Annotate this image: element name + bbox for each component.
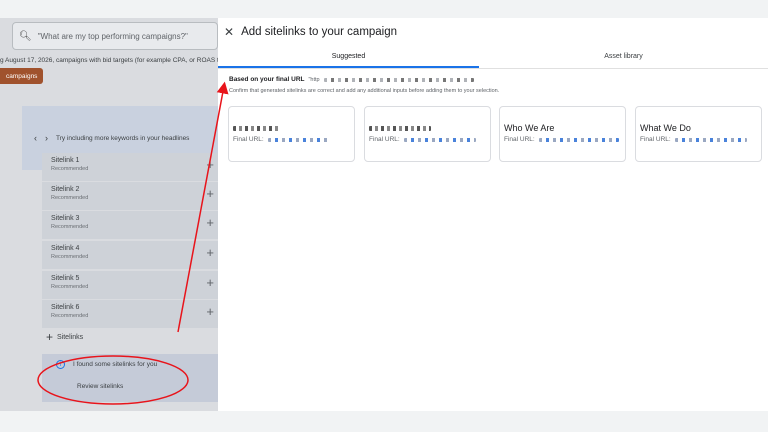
- close-icon[interactable]: ✕: [224, 25, 234, 39]
- url-prefix: "http: [308, 76, 320, 83]
- sitelink-name: Sitelink 5: [51, 275, 80, 282]
- bid-target-notice: g August 17, 2026, campaigns with bid ta…: [0, 57, 223, 64]
- drawer-title: Add sitelinks to your campaign: [241, 26, 398, 38]
- sitelink-row[interactable]: Sitelink 5 Recommended +: [42, 271, 218, 299]
- search-input[interactable]: 🔍︎ "What are my top performing campaigns…: [12, 22, 218, 50]
- sitelink-name: Sitelink 6: [51, 304, 80, 311]
- search-placeholder: "What are my top performing campaigns?": [37, 31, 188, 41]
- sitelink-row[interactable]: Sitelink 1 Recommended +: [42, 153, 218, 181]
- tab-bar: Suggested Asset library: [218, 47, 768, 69]
- sitelink-name: Sitelink 1: [51, 157, 80, 164]
- final-url-label: Final URL:: [504, 136, 535, 143]
- plus-icon: +: [46, 330, 54, 344]
- final-url-label: Final URL:: [233, 136, 264, 143]
- final-url-line: Final URL:: [233, 136, 354, 143]
- campaigns-button[interactable]: campaigns: [0, 68, 44, 84]
- sitelink-suggestion-card: i I found some sitelinks for you Review …: [42, 354, 218, 402]
- sitelink-card[interactable]: Who We Are Final URL:: [499, 106, 626, 162]
- based-on-url-row: Based on your final URL "http: [229, 76, 474, 83]
- plus-icon[interactable]: +: [206, 186, 214, 201]
- background-page: 🔍︎ "What are my top performing campaigns…: [0, 18, 222, 411]
- add-sitelinks-button[interactable]: + Sitelinks: [46, 330, 83, 344]
- sitelink-row[interactable]: Sitelink 3 Recommended +: [42, 211, 218, 239]
- add-sitelinks-drawer: ✕ Add sitelinks to your campaign Suggest…: [218, 18, 768, 411]
- tab-suggested[interactable]: Suggested: [218, 47, 479, 68]
- sitelink-status: Recommended: [51, 284, 89, 290]
- sitelink-card-name: What We Do: [640, 123, 691, 133]
- redacted-url: [267, 137, 328, 142]
- review-sitelinks-button[interactable]: Review sitelinks: [77, 383, 123, 390]
- sitelink-row[interactable]: Sitelink 2 Recommended +: [42, 182, 218, 210]
- sitelink-name: Sitelink 3: [51, 215, 80, 222]
- search-icon: 🔍︎: [19, 30, 32, 42]
- redacted-name: [369, 126, 431, 131]
- confirm-instructions: Confirm that generated sitelinks are cor…: [229, 88, 500, 94]
- sitelink-card[interactable]: Final URL:: [228, 106, 355, 162]
- sitelink-card[interactable]: Final URL:: [364, 106, 491, 162]
- redacted-url: [403, 137, 476, 142]
- sitelink-card[interactable]: What We Do Final URL:: [635, 106, 762, 162]
- sitelink-status: Recommended: [51, 254, 89, 260]
- sitelink-status: Recommended: [51, 313, 89, 319]
- hint-text: Try including more keywords in your head…: [56, 134, 190, 142]
- final-url-line: Final URL:: [504, 136, 625, 143]
- sitelink-card-name: [233, 123, 354, 134]
- redacted-url: [323, 77, 474, 82]
- redacted-url: [538, 137, 619, 142]
- screenshot-frame: 🔍︎ "What are my top performing campaigns…: [0, 18, 768, 411]
- sitelink-name: Sitelink 4: [51, 245, 80, 252]
- plus-icon[interactable]: +: [206, 304, 214, 319]
- plus-icon[interactable]: +: [206, 215, 214, 230]
- redacted-name: [233, 126, 281, 131]
- plus-icon[interactable]: +: [206, 245, 214, 260]
- chevron-right-icon[interactable]: ›: [45, 133, 48, 143]
- final-url-label: Final URL:: [369, 136, 400, 143]
- sitelink-row[interactable]: Sitelink 4 Recommended +: [42, 241, 218, 269]
- redacted-url: [674, 137, 747, 142]
- sitelink-status: Recommended: [51, 166, 89, 172]
- final-url-line: Final URL:: [640, 136, 761, 143]
- info-icon: i: [56, 360, 65, 369]
- add-sitelinks-label: Sitelinks: [57, 333, 84, 341]
- sitelink-card-name: Who We Are: [504, 123, 555, 133]
- drawer-header: ✕ Add sitelinks to your campaign: [218, 18, 768, 46]
- chevron-left-icon[interactable]: ‹: [34, 133, 37, 143]
- sitelink-status: Recommended: [51, 195, 89, 201]
- sitelink-status: Recommended: [51, 224, 89, 230]
- sitelink-card-name: [369, 123, 490, 134]
- final-url-line: Final URL:: [369, 136, 490, 143]
- suggestion-message: I found some sitelinks for you: [73, 361, 158, 368]
- sitelink-row[interactable]: Sitelink 6 Recommended +: [42, 300, 218, 328]
- plus-icon[interactable]: +: [206, 157, 214, 172]
- sitelink-name: Sitelink 2: [51, 186, 80, 193]
- final-url-label: Final URL:: [640, 136, 671, 143]
- plus-icon[interactable]: +: [206, 275, 214, 290]
- tab-asset-library[interactable]: Asset library: [479, 47, 768, 68]
- based-label: Based on your final URL: [229, 76, 305, 83]
